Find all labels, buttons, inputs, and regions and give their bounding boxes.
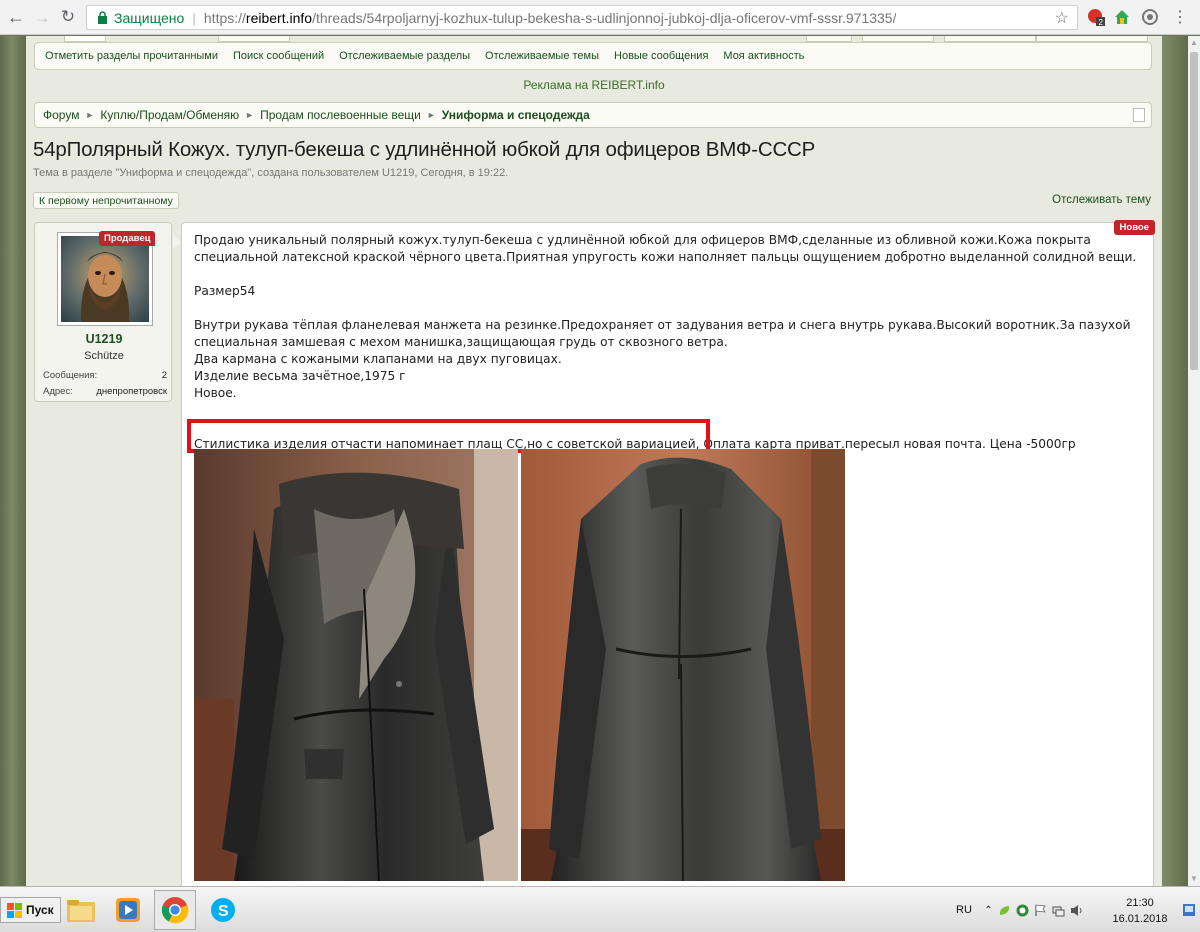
svg-text:S: S	[218, 903, 229, 920]
clock-date: 16.01.2018	[1112, 913, 1168, 925]
subnav-search[interactable]: Поиск сообщений	[233, 50, 324, 62]
card-pointer	[173, 235, 181, 249]
tray-expand-icon[interactable]: ⌃	[982, 904, 995, 917]
scroll-thumb[interactable]	[1190, 52, 1198, 370]
post-line: специальной латексной краской чёрного цв…	[194, 250, 1137, 264]
windows-logo-icon	[7, 902, 22, 918]
notification-icon[interactable]	[1182, 903, 1196, 917]
subnav-watched-threads[interactable]: Отслеживаемые темы	[485, 50, 599, 62]
scroll-up-icon[interactable]: ▲	[1188, 36, 1200, 50]
user-card: Продавец U1219 Schütze Сообщения: 2 Адре…	[34, 222, 181, 402]
lock-icon	[95, 11, 109, 25]
post-line: Продаю уникальный полярный кожух.тулуп-б…	[194, 233, 1091, 247]
user-messages-value[interactable]: 2	[162, 370, 167, 381]
address-bar[interactable]: Защищено | https://reibert.info/threads/…	[86, 5, 1078, 30]
skype-icon: S	[211, 898, 235, 922]
post-line: Новое.	[194, 386, 237, 400]
folder-icon	[67, 900, 95, 922]
svg-text:2: 2	[1099, 18, 1104, 26]
taskbar-explorer[interactable]	[60, 890, 102, 930]
coat-photo-back[interactable]	[521, 449, 845, 881]
taskbar-media-player[interactable]	[107, 890, 149, 930]
tray-green-icon[interactable]	[998, 904, 1011, 917]
coat-back-image	[521, 449, 845, 881]
page-icon[interactable]	[1133, 108, 1145, 122]
sub-navigation: Отметить разделы прочитанными Поиск сооб…	[34, 42, 1152, 70]
user-address-label: Адрес:	[43, 386, 73, 397]
scroll-down-icon[interactable]: ▼	[1188, 872, 1200, 886]
breadcrumb-postwar[interactable]: Продам послевоенные вещи	[260, 108, 421, 122]
media-player-icon	[116, 898, 140, 922]
red-highlight-box	[187, 419, 710, 453]
breadcrumb-arrow-icon: ►	[85, 110, 95, 120]
post-line: специальная замшевая с мехом манишка,защ…	[194, 335, 728, 349]
user-messages-stat: Сообщения: 2	[43, 370, 167, 381]
subnav-my-activity[interactable]: Моя активность	[723, 50, 804, 62]
secure-label: Защищено	[114, 9, 185, 26]
subnav-new-posts[interactable]: Новые сообщения	[614, 50, 708, 62]
windows-taskbar: Пуск S RU ⌃ 21:30 16.01.2018	[0, 886, 1200, 932]
menu-icon[interactable]: ⋮	[1170, 7, 1190, 27]
volume-icon[interactable]	[1070, 904, 1083, 917]
user-messages-label: Сообщения:	[43, 370, 98, 381]
seller-badge: Продавец	[99, 231, 156, 246]
extension-house-icon[interactable]	[1112, 7, 1132, 27]
clock-time: 21:30	[1126, 897, 1154, 909]
thread-description: Тема в разделе "Униформа и спецодежда", …	[33, 167, 509, 179]
clock[interactable]: 21:30 16.01.2018	[1110, 895, 1170, 927]
network-icon[interactable]	[1052, 904, 1065, 917]
watch-thread-link[interactable]: Отслеживать тему	[1052, 194, 1151, 206]
start-button[interactable]: Пуск	[0, 897, 61, 923]
page-viewport: Отметить разделы прочитанными Поиск сооб…	[0, 36, 1188, 886]
post-line: Размер54	[194, 284, 256, 298]
bookmark-star-icon[interactable]: ☆	[1055, 8, 1069, 28]
post-line: Внутри рукава тёплая фланелевая манжета …	[194, 318, 1131, 332]
user-address-value: днепропетровск	[96, 386, 167, 397]
language-indicator[interactable]: RU	[956, 904, 972, 916]
forum-content: Отметить разделы прочитанными Поиск сооб…	[26, 36, 1162, 886]
extension-red-icon[interactable]: 2	[1086, 7, 1106, 27]
thread-title: 54рПолярный Кожух. тулуп-бекеша с удлинё…	[33, 138, 816, 161]
post-message: Новое Продаю уникальный полярный кожух.т…	[181, 220, 1155, 886]
address-separator: |	[192, 9, 196, 26]
breadcrumb-arrow-icon: ►	[245, 110, 255, 120]
breadcrumb: Форум ► Куплю/Продам/Обменяю ► Продам по…	[34, 102, 1152, 128]
breadcrumb-buy-sell[interactable]: Куплю/Продам/Обменяю	[100, 108, 239, 122]
reload-button[interactable]: ↻	[56, 6, 80, 28]
url-text: https://reibert.info/threads/54rpoljarny…	[203, 9, 897, 26]
post-line: Два кармана с кожаными клапанами на двух…	[194, 352, 562, 366]
user-address-stat: Адрес: днепропетровск	[43, 386, 167, 397]
extension-grey-icon[interactable]	[1140, 7, 1160, 27]
flag-icon[interactable]	[1034, 904, 1047, 917]
coat-front-image	[194, 449, 518, 881]
ad-link[interactable]: Реклама на REIBERT.info	[26, 78, 1162, 92]
avatar[interactable]	[57, 232, 153, 326]
page-scrollbar[interactable]: ▲ ▼	[1188, 36, 1200, 886]
user-rank: Schütze	[84, 350, 124, 362]
tray-circle-icon[interactable]	[1016, 904, 1029, 917]
post-line: Изделие весьма зачётное,1975 г	[194, 369, 406, 383]
chrome-icon	[161, 897, 189, 924]
forward-button[interactable]: →	[30, 6, 54, 28]
taskbar-skype[interactable]: S	[202, 890, 244, 930]
breadcrumb-forum[interactable]: Форум	[43, 108, 79, 122]
username-link[interactable]: U1219	[35, 332, 173, 346]
taskbar-chrome[interactable]	[154, 890, 196, 930]
breadcrumb-current[interactable]: Униформа и спецодежда	[442, 108, 590, 122]
first-unread-button[interactable]: К первому непрочитанному	[33, 192, 179, 209]
back-button[interactable]: ←	[4, 6, 28, 28]
subnav-mark-read[interactable]: Отметить разделы прочитанными	[45, 50, 218, 62]
coat-photo-front[interactable]	[194, 449, 518, 881]
subnav-watched-forums[interactable]: Отслеживаемые разделы	[339, 50, 470, 62]
start-label: Пуск	[26, 903, 54, 917]
avatar-image	[61, 236, 149, 322]
browser-toolbar: ← → ↻ Защищено | https://reibert.info/th…	[0, 0, 1200, 35]
breadcrumb-arrow-icon: ►	[426, 110, 436, 120]
system-tray: RU ⌃ 21:30 16.01.2018	[940, 887, 1200, 932]
